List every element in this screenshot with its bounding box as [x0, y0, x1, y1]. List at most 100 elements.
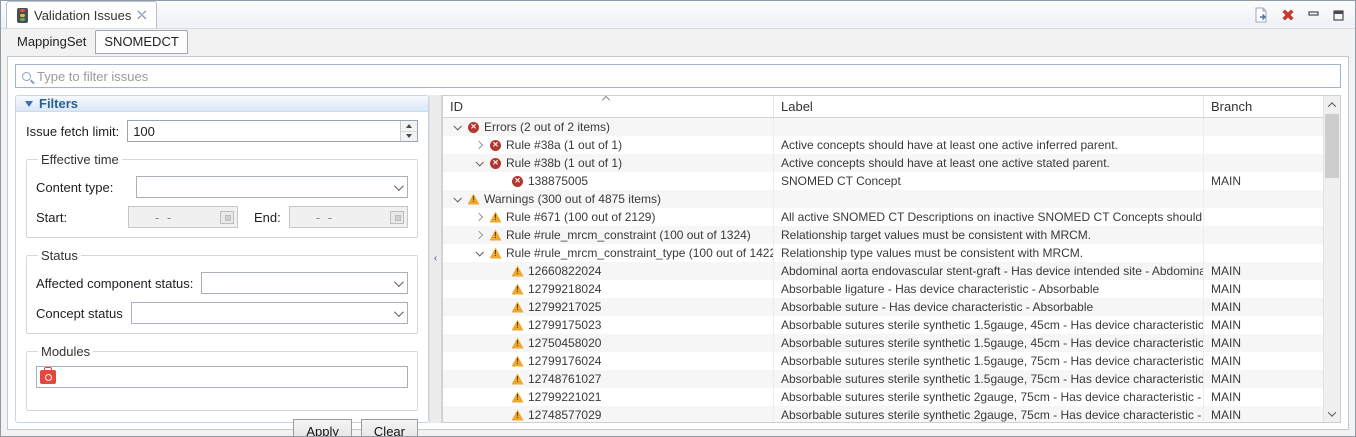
- chevron-down-icon: [394, 181, 404, 191]
- tree-expander[interactable]: [471, 232, 487, 238]
- tab-snomedct[interactable]: SNOMEDCT: [95, 30, 187, 54]
- end-date-value: - -: [290, 210, 390, 225]
- row-branch-text: MAIN: [1203, 298, 1323, 316]
- table-row[interactable]: ✕Errors (2 out of 2 items): [443, 118, 1323, 136]
- export-log-icon[interactable]: [1254, 7, 1269, 23]
- row-id-text: 12748761027: [526, 372, 601, 386]
- filter-searchbox[interactable]: [15, 64, 1341, 88]
- warning-icon: !: [509, 320, 526, 331]
- filters-section-header[interactable]: Filters: [16, 96, 428, 112]
- table-row[interactable]: !Rule #671 (100 out of 2129)All active S…: [443, 208, 1323, 226]
- table-row[interactable]: !12748577029Absorbable sutures sterile s…: [443, 406, 1323, 422]
- tree-expander[interactable]: [449, 196, 465, 202]
- error-icon: ✕: [487, 158, 504, 169]
- row-branch-text: [1203, 208, 1323, 226]
- calendar-icon[interactable]: [220, 211, 234, 224]
- search-input[interactable]: [37, 69, 1334, 84]
- row-label-text: [773, 118, 1203, 136]
- warning-icon: !: [509, 266, 526, 277]
- row-branch-text: MAIN: [1203, 388, 1323, 406]
- row-label-text: [773, 190, 1203, 208]
- table-row[interactable]: !Rule #rule_mrcm_constraint_type (100 ou…: [443, 244, 1323, 262]
- row-id-text: Rule #rule_mrcm_constraint (100 out of 1…: [504, 228, 751, 242]
- row-branch-text: [1203, 226, 1323, 244]
- row-branch-text: [1203, 154, 1323, 172]
- row-branch-text: MAIN: [1203, 316, 1323, 334]
- effective-time-legend: Effective time: [38, 152, 122, 167]
- affected-component-status-combo[interactable]: [201, 272, 408, 294]
- issue-fetch-limit-spinner[interactable]: [127, 120, 418, 142]
- error-icon: ✕: [487, 140, 504, 151]
- page-tabbar: MappingSet SNOMEDCT: [1, 29, 1355, 54]
- clear-button[interactable]: Clear: [361, 419, 418, 437]
- tree-expander[interactable]: [471, 250, 487, 256]
- column-header-branch[interactable]: Branch: [1203, 96, 1323, 117]
- modules-field[interactable]: [36, 366, 408, 388]
- content-area: Filters Issue fetch limit:: [7, 56, 1349, 430]
- table-row[interactable]: !12799218024Absorbable ligature - Has de…: [443, 280, 1323, 298]
- warning-icon: !: [487, 248, 504, 259]
- end-date-field[interactable]: - -: [289, 206, 408, 228]
- tree-expander[interactable]: [471, 214, 487, 220]
- table-row[interactable]: !12799175023Absorbable sutures sterile s…: [443, 316, 1323, 334]
- scroll-down-button[interactable]: [1324, 405, 1340, 422]
- table-row[interactable]: !12750458020Absorbable sutures sterile s…: [443, 334, 1323, 352]
- scroll-up-icon: [1328, 102, 1336, 110]
- traffic-light-icon: [17, 8, 28, 23]
- row-label-text: Absorbable ligature - Has device charact…: [773, 280, 1203, 298]
- delete-all-icon[interactable]: [1281, 8, 1295, 22]
- start-label: Start:: [36, 210, 128, 225]
- scrollbar-thumb[interactable]: [1325, 114, 1339, 178]
- table-row[interactable]: !12799221021Absorbable sutures sterile s…: [443, 388, 1323, 406]
- table-row[interactable]: ✕Rule #38b (1 out of 1)Active concepts s…: [443, 154, 1323, 172]
- scroll-up-button[interactable]: [1324, 96, 1340, 113]
- table-row[interactable]: !12660822024Abdominal aorta endovascular…: [443, 262, 1323, 280]
- column-header-label[interactable]: Label: [773, 96, 1203, 117]
- table-row[interactable]: ✕Rule #38a (1 out of 1)Active concepts s…: [443, 136, 1323, 154]
- calendar-icon[interactable]: [390, 211, 404, 224]
- view-title: Validation Issues: [34, 8, 131, 23]
- warning-icon: !: [487, 212, 504, 223]
- concept-status-label: Concept status: [36, 306, 123, 321]
- row-id-text: Warnings (300 out of 4875 items): [482, 192, 661, 206]
- warning-icon: !: [509, 374, 526, 385]
- warning-icon: !: [509, 284, 526, 295]
- table-row[interactable]: !Rule #rule_mrcm_constraint (100 out of …: [443, 226, 1323, 244]
- table-row[interactable]: ✕138875005SNOMED CT ConceptMAIN: [443, 172, 1323, 190]
- start-date-field[interactable]: - -: [128, 206, 238, 228]
- table-row[interactable]: !12748761027Absorbable sutures sterile s…: [443, 370, 1323, 388]
- content-type-combo[interactable]: [136, 176, 408, 198]
- panel-sash[interactable]: ‹: [429, 95, 442, 423]
- column-header-id[interactable]: ID: [443, 96, 773, 117]
- row-branch-text: MAIN: [1203, 406, 1323, 422]
- vertical-scrollbar[interactable]: [1323, 96, 1340, 422]
- spinner-down-button[interactable]: [401, 131, 417, 142]
- issue-fetch-limit-input[interactable]: [128, 121, 400, 141]
- concept-status-combo[interactable]: [131, 302, 408, 324]
- table-row[interactable]: !Warnings (300 out of 4875 items): [443, 190, 1323, 208]
- tree-expander[interactable]: [471, 142, 487, 148]
- spinner-up-button[interactable]: [401, 121, 417, 131]
- close-view-icon[interactable]: ⛌: [137, 8, 146, 23]
- row-id-text: Rule #38b (1 out of 1): [504, 156, 622, 170]
- search-icon: [22, 72, 31, 81]
- chevron-down-icon: [394, 277, 404, 287]
- table-row[interactable]: !12799217025Absorbable suture - Has devi…: [443, 298, 1323, 316]
- maximize-icon[interactable]: [1332, 9, 1345, 22]
- view-tab-validation-issues[interactable]: Validation Issues ⛌: [6, 1, 157, 28]
- error-icon: ✕: [465, 122, 482, 133]
- status-group: Status Affected component status: Concep…: [26, 248, 418, 334]
- tree-expander[interactable]: [449, 124, 465, 130]
- row-id-text: Rule #rule_mrcm_constraint_type (100 out…: [504, 246, 773, 260]
- minimize-icon[interactable]: [1307, 9, 1320, 22]
- row-id-text: Errors (2 out of 2 items): [482, 120, 610, 134]
- row-label-text: All active SNOMED CT Descriptions on ina…: [773, 208, 1203, 226]
- table-row[interactable]: !12799176024Absorbable sutures sterile s…: [443, 352, 1323, 370]
- apply-button[interactable]: Apply: [293, 419, 352, 437]
- row-label-text: Absorbable sutures sterile synthetic 2ga…: [773, 388, 1203, 406]
- sort-ascending-icon: [602, 96, 610, 104]
- collapse-left-icon[interactable]: ‹: [434, 254, 437, 264]
- tree-expander[interactable]: [471, 160, 487, 166]
- row-id-text: 12799176024: [526, 354, 601, 368]
- tab-mappingset[interactable]: MappingSet: [8, 30, 95, 54]
